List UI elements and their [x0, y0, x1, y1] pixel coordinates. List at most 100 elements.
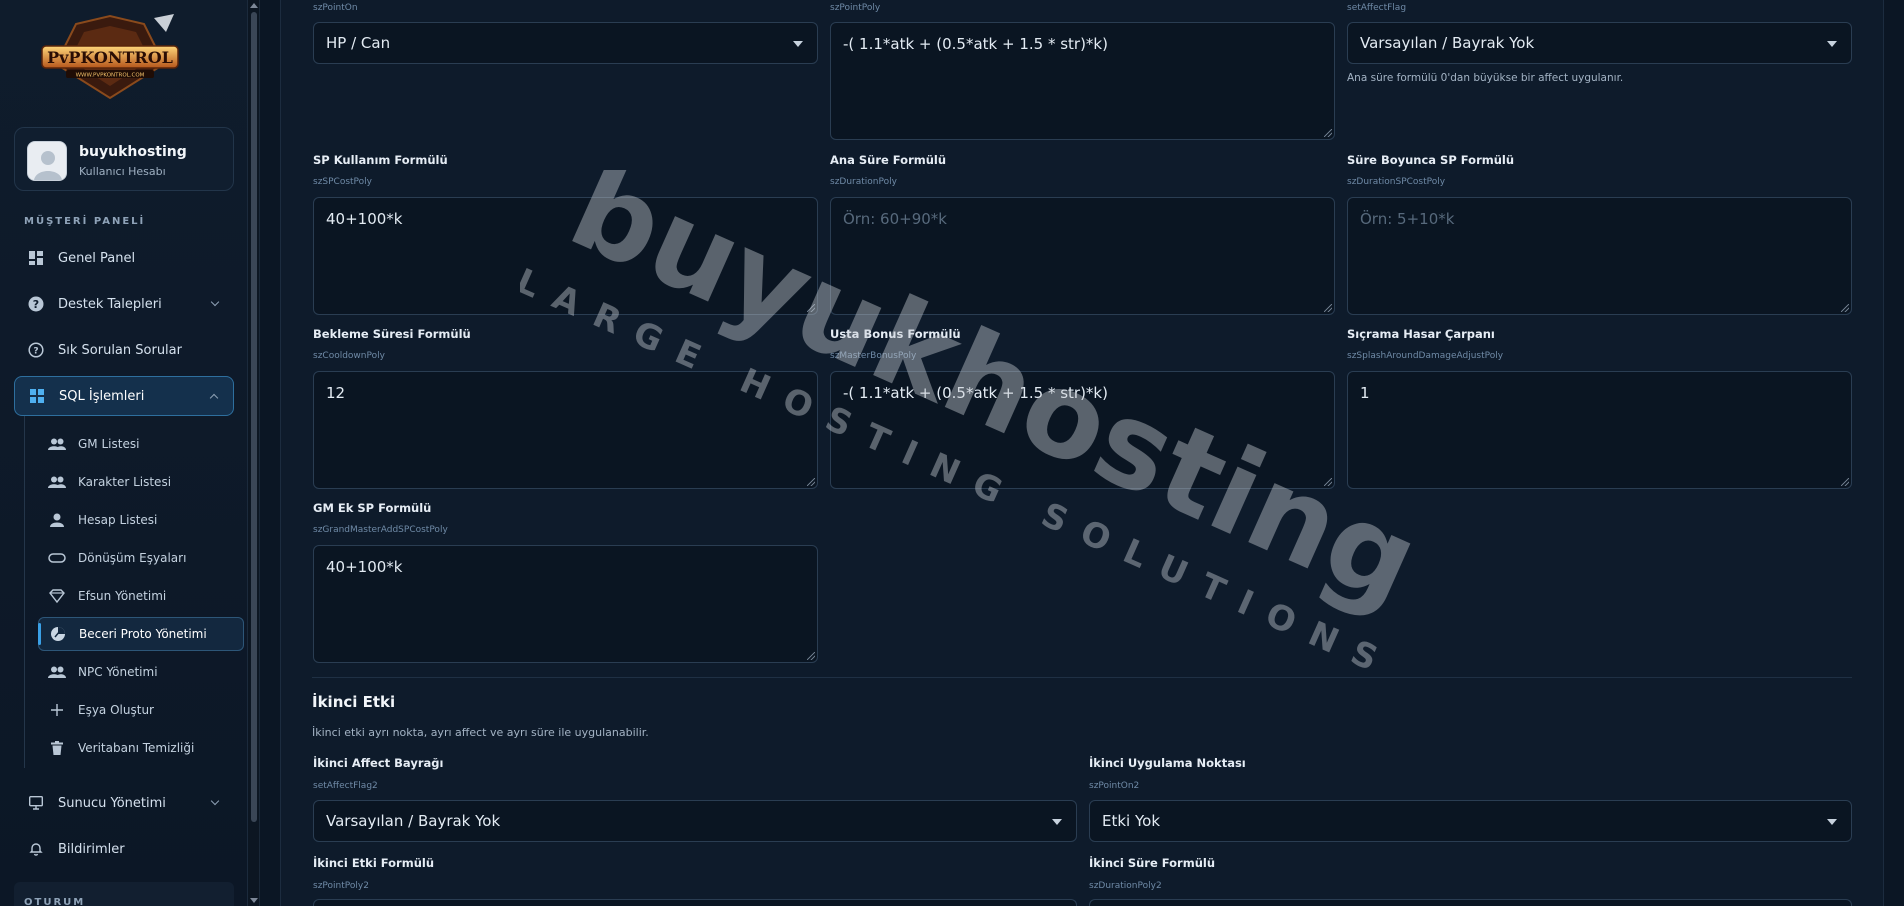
duration-poly2-label: İkinci Süre Formülü: [1089, 856, 1216, 870]
subitem-create-item[interactable]: Eşya Oluştur: [38, 693, 244, 727]
gm-sp-label: GM Ek SP Formülü: [313, 501, 432, 515]
users-icon: [48, 665, 66, 679]
affect-flag-select[interactable]: Varsayılan / Bayrak Yok: [1347, 22, 1852, 64]
field-key-sp-cost: szSPCostPoly: [313, 177, 373, 187]
point-on-value: HP / Can: [326, 34, 391, 52]
splash-label: Sıçrama Hasar Çarpanı: [1347, 327, 1495, 341]
point-on-select[interactable]: HP / Can: [313, 22, 818, 64]
sidebar-item-notifications[interactable]: Bildirimler: [14, 829, 234, 869]
gm-sp-value: 40+100*k: [326, 558, 403, 576]
submenu-line: [24, 416, 25, 768]
field-key-duration: szDurationPoly: [830, 177, 897, 187]
sidebar-item-faq[interactable]: ? Sık Sorulan Sorular: [14, 330, 234, 370]
section-label-customer-panel: MÜŞTERİ PANELİ: [24, 216, 146, 227]
users-icon: [48, 437, 66, 451]
subitem-bonus-management[interactable]: Efsun Yönetimi: [38, 579, 244, 613]
monitor-icon: [28, 795, 44, 811]
users-icon: [48, 475, 66, 489]
subitem-npc-management[interactable]: NPC Yönetimi: [38, 655, 244, 689]
resize-grip-icon[interactable]: [1324, 129, 1332, 137]
plus-icon: [48, 703, 66, 717]
dashboard-icon: [28, 250, 44, 266]
sidebar-item-label: Sunucu Yönetimi: [58, 795, 166, 811]
field-key-splash: szSplashAroundDamageAdjustPoly: [1347, 351, 1504, 361]
point-on2-value: Etki Yok: [1102, 812, 1161, 830]
svg-text:WWW.PVPKONTROL.COM: WWW.PVPKONTROL.COM: [76, 73, 145, 79]
resize-grip-icon[interactable]: [807, 304, 815, 312]
field-key-point-poly2: szPointPoly2: [313, 881, 369, 891]
trash-icon: [48, 741, 66, 755]
duration-sp-textarea[interactable]: Örn: 5+10*k: [1347, 197, 1852, 315]
sidebar-item-server[interactable]: Sunucu Yönetimi: [14, 783, 234, 823]
user-card[interactable]: buyukhosting Kullanıcı Hesabı: [14, 127, 234, 191]
subitem-label: Hesap Listesi: [78, 513, 158, 527]
pie-icon: [49, 627, 67, 641]
duration-textarea[interactable]: Örn: 60+90*k: [830, 197, 1335, 315]
gm-sp-textarea[interactable]: 40+100*k: [313, 545, 818, 663]
sp-cost-textarea[interactable]: 40+100*k: [313, 197, 818, 315]
sidebar-item-dashboard[interactable]: Genel Panel: [14, 238, 234, 278]
subitem-account-list[interactable]: Hesap Listesi: [38, 503, 244, 537]
resize-grip-icon[interactable]: [807, 652, 815, 660]
master-bonus-label: Usta Bonus Formülü: [830, 327, 961, 341]
sidebar: PvPKONTROL WWW.PVPKONTROL.COM buyukhosti…: [0, 0, 248, 906]
subitem-skill-proto[interactable]: Beceri Proto Yönetimi: [38, 617, 244, 651]
section-label-session: OTURUM: [24, 897, 86, 906]
help-circle-icon: ?: [28, 342, 44, 358]
subitem-label: NPC Yönetimi: [78, 665, 158, 679]
resize-grip-icon[interactable]: [1841, 304, 1849, 312]
brand-logo[interactable]: PvPKONTROL WWW.PVPKONTROL.COM: [36, 12, 184, 102]
resize-grip-icon[interactable]: [1841, 478, 1849, 486]
sidebar-item-label: Genel Panel: [58, 250, 136, 266]
svg-text:?: ?: [33, 347, 38, 357]
cooldown-label: Bekleme Süresi Formülü: [313, 327, 471, 341]
resize-grip-icon[interactable]: [1324, 478, 1332, 486]
point-poly2-label: İkinci Etki Formülü: [313, 856, 435, 870]
ring-icon: [48, 551, 66, 565]
resize-grip-icon[interactable]: [1324, 304, 1332, 312]
second-effect-title: İkinci Etki: [312, 693, 396, 711]
point-poly-textarea[interactable]: -( 1.1*atk + (0.5*atk + 1.5 * str)*k): [830, 22, 1335, 140]
sidebar-item-sql[interactable]: SQL İşlemleri: [14, 376, 234, 416]
sidebar-scrollbar[interactable]: [248, 0, 260, 906]
subitem-label: Veritabanı Temizliği: [78, 741, 195, 755]
sidebar-item-label: Sık Sorulan Sorular: [58, 342, 182, 358]
sp-cost-value: 40+100*k: [326, 210, 403, 228]
affect-flag2-select[interactable]: Varsayılan / Bayrak Yok: [313, 800, 1077, 842]
master-bonus-textarea[interactable]: -( 1.1*atk + (0.5*atk + 1.5 * str)*k): [830, 371, 1335, 489]
subitem-label: GM Listesi: [78, 437, 140, 451]
bell-icon: [28, 841, 44, 857]
field-key-cooldown: szCooldownPoly: [313, 351, 385, 361]
affect-flag2-value: Varsayılan / Bayrak Yok: [326, 812, 501, 830]
user-name: buyukhosting: [79, 144, 187, 160]
point-poly2-textarea[interactable]: [313, 899, 1077, 906]
splash-textarea[interactable]: 1: [1347, 371, 1852, 489]
duration-label: Ana Süre Formülü: [830, 153, 947, 167]
scroll-up-icon[interactable]: [250, 3, 258, 8]
section-divider: [312, 677, 1852, 678]
scroll-down-icon[interactable]: [250, 898, 258, 903]
point-on2-label: İkinci Uygulama Noktası: [1089, 756, 1246, 770]
duration-placeholder: Örn: 60+90*k: [843, 210, 947, 228]
subitem-db-cleanup[interactable]: Veritabanı Temizliği: [38, 731, 244, 765]
affect-flag2-label: İkinci Affect Bayrağı: [313, 756, 444, 770]
diamond-icon: [48, 589, 66, 603]
subitem-label: Efsun Yönetimi: [78, 589, 167, 603]
subitem-label: Beceri Proto Yönetimi: [79, 627, 207, 641]
subitem-label: Dönüşüm Eşyaları: [78, 551, 187, 565]
field-key-affect-flag: setAffectFlag: [1347, 3, 1407, 13]
question-icon: ?: [28, 296, 44, 312]
point-on2-select[interactable]: Etki Yok: [1089, 800, 1852, 842]
subitem-transform-items[interactable]: Dönüşüm Eşyaları: [38, 541, 244, 575]
subitem-gm-list[interactable]: GM Listesi: [38, 427, 244, 461]
subitem-character-list[interactable]: Karakter Listesi: [38, 465, 244, 499]
cooldown-textarea[interactable]: 12: [313, 371, 818, 489]
field-key-gm-sp: szGrandMasterAddSPCostPoly: [313, 525, 448, 535]
scrollbar-thumb[interactable]: [251, 12, 257, 822]
field-key-point-on2: szPointOn2: [1089, 781, 1140, 791]
duration-poly2-textarea[interactable]: [1089, 899, 1852, 906]
field-key-point-poly: szPointPoly: [830, 3, 881, 13]
resize-grip-icon[interactable]: [807, 478, 815, 486]
field-key-duration-poly2: szDurationPoly2: [1089, 881, 1162, 891]
sidebar-item-support[interactable]: ? Destek Talepleri: [14, 284, 234, 324]
